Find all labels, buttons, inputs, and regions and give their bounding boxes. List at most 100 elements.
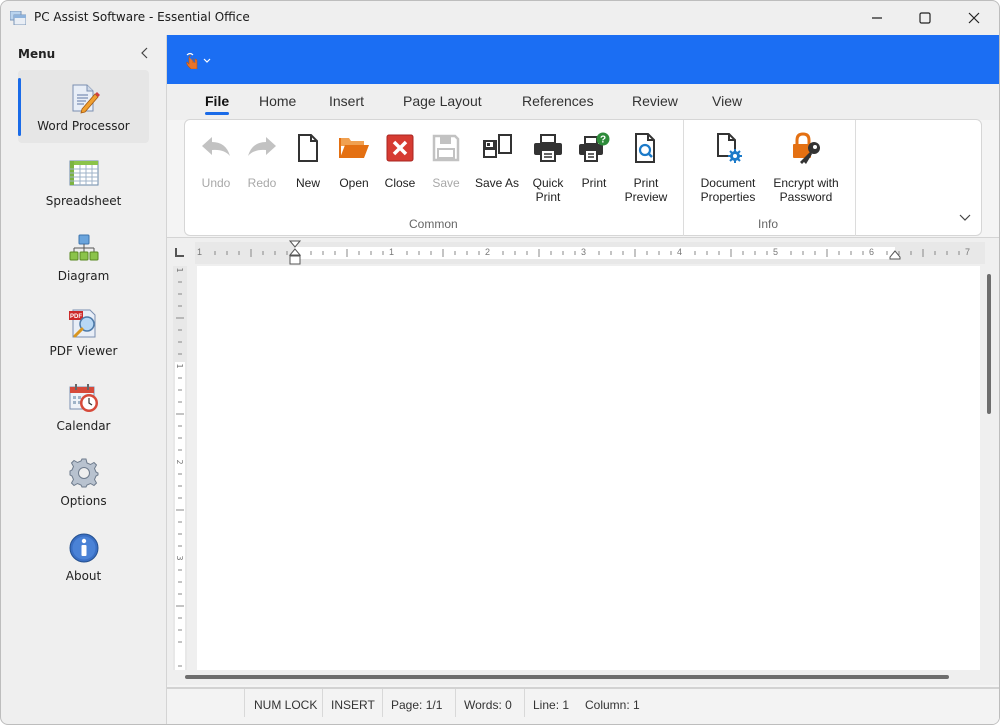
- tab-insert[interactable]: Insert: [329, 93, 364, 109]
- vertical-scrollbar[interactable]: [983, 266, 997, 670]
- sidebar-item-options[interactable]: Options: [18, 445, 149, 518]
- group-separator: [855, 120, 856, 236]
- ruler-number: 2: [485, 247, 491, 257]
- encrypt-password-button[interactable]: Encrypt with Password: [765, 126, 847, 210]
- pdf-viewer-icon: PDF: [69, 309, 96, 338]
- undo-icon: [202, 137, 230, 156]
- redo-icon: [248, 137, 276, 156]
- app-window: PC Assist Software - Essential Office Me…: [0, 0, 1000, 725]
- sidebar-item-label: Calendar: [56, 419, 111, 433]
- ruler-number: 6: [869, 247, 875, 257]
- save-icon: [432, 134, 460, 162]
- indent-marker[interactable]: [289, 240, 301, 268]
- main-area: File Home Insert Page Layout References …: [166, 35, 999, 724]
- maximize-icon: [919, 12, 931, 24]
- info-icon: [69, 533, 99, 563]
- document-properties-icon: [717, 133, 742, 163]
- ribbon-panel: Undo Redo New Open Close Save Save As Qu…: [184, 119, 982, 236]
- undo-button[interactable]: Undo: [193, 126, 239, 210]
- sidebar-item-label: PDF Viewer: [49, 344, 118, 358]
- save-as-icon: [483, 134, 512, 158]
- ruler-ticks: 1 1 2 3: [175, 267, 184, 667]
- sidebar-item-about[interactable]: About: [18, 520, 149, 593]
- insert-mode-indicator[interactable]: INSERT: [331, 698, 375, 712]
- svg-text:?: ?: [600, 135, 606, 146]
- calendar-icon: [69, 384, 98, 412]
- tab-view[interactable]: View: [712, 93, 742, 109]
- quick-access-bar: [167, 35, 999, 84]
- open-button[interactable]: Open: [331, 126, 377, 210]
- sidebar-item-label: About: [65, 569, 102, 583]
- vertical-ruler[interactable]: 1 1 2 3: [173, 266, 187, 670]
- vertical-scroll-thumb[interactable]: [987, 274, 991, 414]
- print-button[interactable]: ? Print: [571, 126, 617, 210]
- minimize-icon: [872, 17, 882, 19]
- sidebar-item-word-processor[interactable]: Word Processor: [18, 70, 149, 143]
- ruler-ticks: [214, 249, 960, 257]
- print-preview-button[interactable]: Print Preview: [617, 126, 675, 210]
- ribbon-tabs: File Home Insert Page Layout References …: [167, 84, 999, 120]
- column-number: Column: 1: [585, 698, 640, 712]
- gear-icon: [69, 458, 99, 488]
- save-button[interactable]: Save: [423, 126, 469, 210]
- sidebar-item-label: Spreadsheet: [45, 194, 122, 208]
- print-dialog-icon: ?: [579, 132, 610, 162]
- ruler-number: 1: [175, 363, 184, 368]
- ruler-number: 1: [197, 247, 203, 257]
- close-document-icon: [386, 134, 414, 162]
- horizontal-scrollbar[interactable]: [185, 674, 949, 680]
- spreadsheet-icon: [69, 160, 99, 186]
- word-count: Words: 0: [464, 698, 512, 712]
- sidebar-item-spreadsheet[interactable]: Spreadsheet: [18, 145, 149, 218]
- new-document-icon: [298, 134, 318, 162]
- sidebar-item-pdf-viewer[interactable]: PDF PDF Viewer: [18, 295, 149, 368]
- new-button[interactable]: New: [285, 126, 331, 210]
- quick-print-button[interactable]: Quick Print: [525, 126, 571, 210]
- sidebar-item-label: Diagram: [57, 269, 110, 283]
- sidebar-item-calendar[interactable]: Calendar: [18, 370, 149, 443]
- save-as-button[interactable]: Save As: [469, 126, 525, 210]
- maximize-button[interactable]: [902, 1, 948, 35]
- sidebar-item-diagram[interactable]: Diagram: [18, 220, 149, 293]
- diagram-icon: [69, 234, 99, 261]
- document-page[interactable]: [197, 266, 980, 670]
- printer-icon: [534, 134, 562, 162]
- horizontal-scroll-thumb[interactable]: [185, 675, 949, 679]
- ruler-number: 3: [175, 555, 184, 560]
- touch-mode-icon[interactable]: [183, 51, 213, 69]
- lock-key-icon: [793, 132, 820, 164]
- tab-review[interactable]: Review: [632, 93, 678, 109]
- ruler-number: 1: [175, 267, 184, 272]
- ruler-number: 5: [773, 247, 779, 257]
- document-editor: 1 1 2 3 4 5 6 7 1 1 2 3: [167, 237, 999, 685]
- collapse-sidebar-icon[interactable]: [137, 45, 151, 61]
- folder-open-icon: [339, 138, 369, 158]
- group-label-common: Common: [409, 217, 458, 231]
- chevron-down-icon[interactable]: [957, 210, 973, 224]
- tab-stop-selector[interactable]: [175, 248, 184, 257]
- group-separator: [683, 120, 684, 236]
- tab-page-layout[interactable]: Page Layout: [403, 93, 482, 109]
- close-window-button[interactable]: [951, 1, 997, 35]
- ruler-number: 3: [581, 247, 587, 257]
- sidebar-item-label: Word Processor: [37, 119, 130, 133]
- tab-file[interactable]: File: [205, 93, 230, 115]
- close-icon: [968, 12, 980, 24]
- line-number: Line: 1: [533, 698, 570, 712]
- minimize-button[interactable]: [854, 1, 900, 35]
- tab-home[interactable]: Home: [259, 93, 296, 109]
- ruler-number: 2: [175, 459, 184, 464]
- title-bar: PC Assist Software - Essential Office: [1, 1, 999, 35]
- svg-text:PDF: PDF: [70, 314, 82, 320]
- right-indent-marker[interactable]: [889, 250, 901, 260]
- tab-references[interactable]: References: [522, 93, 594, 109]
- close-button[interactable]: Close: [377, 126, 423, 210]
- redo-button[interactable]: Redo: [239, 126, 285, 210]
- sidebar: Menu Word Processor Spreadsheet Diagram …: [1, 35, 165, 724]
- ruler-number: 4: [677, 247, 683, 257]
- document-properties-button[interactable]: Document Properties: [693, 126, 763, 210]
- horizontal-ruler[interactable]: 1 1 2 3 4 5 6 7: [195, 240, 985, 265]
- group-label-info: Info: [758, 217, 779, 231]
- word-processor-icon: [72, 84, 100, 114]
- ruler-number: 1: [389, 247, 395, 257]
